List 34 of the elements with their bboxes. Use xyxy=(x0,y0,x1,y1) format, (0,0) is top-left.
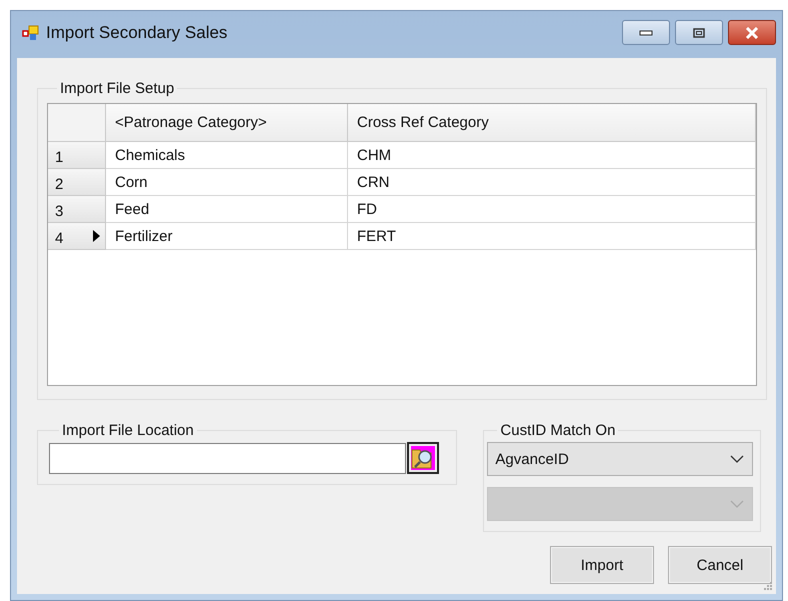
chevron-icon xyxy=(730,500,744,508)
row-header[interactable]: 3 xyxy=(48,196,106,223)
table-cell: FD xyxy=(348,196,756,223)
folder-search-icon xyxy=(411,446,435,470)
group-title: Import File Setup xyxy=(59,80,176,97)
row-header[interactable]: 4 xyxy=(48,223,106,250)
close-icon xyxy=(745,26,759,38)
minimize-button[interactable] xyxy=(622,20,670,45)
table-cell: CHM xyxy=(348,142,756,169)
close-button[interactable] xyxy=(728,20,776,45)
group-title: CustID Match On xyxy=(499,422,616,439)
table-cell: Feed xyxy=(106,196,348,223)
row-header[interactable]: 2 xyxy=(48,169,106,196)
match-dropdown[interactable]: AgvanceID xyxy=(487,442,753,476)
restore-icon xyxy=(693,28,705,38)
dialog-button[interactable]: Import xyxy=(550,546,654,584)
table-cell: Corn xyxy=(106,169,348,196)
table-cell: CRN xyxy=(348,169,756,196)
app-icon xyxy=(22,24,40,42)
table-cell: FERT xyxy=(348,223,756,250)
file-path-field[interactable] xyxy=(49,442,406,474)
current-row-icon xyxy=(93,230,100,242)
row-header[interactable]: 1 xyxy=(48,142,106,169)
column-header[interactable]: Cross Ref Category xyxy=(348,104,756,142)
column-header[interactable]: <Patronage Category> xyxy=(106,104,348,142)
maximize-button[interactable] xyxy=(675,20,723,45)
table-cell: Chemicals xyxy=(106,142,348,169)
window-title: Import Secondary Sales xyxy=(46,22,228,42)
table-cell: Fertilizer xyxy=(106,223,348,250)
dialog-button[interactable]: Cancel xyxy=(668,546,772,584)
minimize-icon xyxy=(639,28,653,36)
group-title: Import File Location xyxy=(61,422,195,439)
chevron-icon xyxy=(730,455,744,463)
browse-button[interactable] xyxy=(407,442,439,474)
